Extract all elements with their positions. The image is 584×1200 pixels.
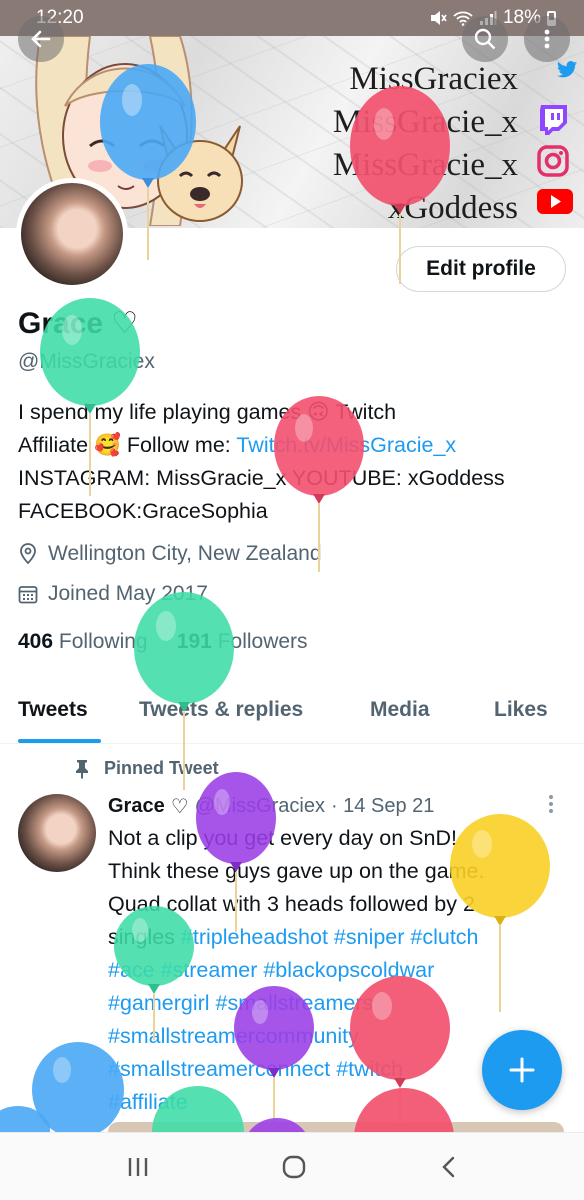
arrow-left-icon [31,30,51,48]
instagram-icon [537,145,569,177]
following-count: 406 [18,630,54,653]
profile-tabs: Tweets Tweets & replies Media Likes [0,680,584,744]
youtube-icon [537,189,573,214]
back-button[interactable] [18,16,64,62]
tweet-avatar[interactable] [18,794,96,872]
tweet-author[interactable]: Grace [108,795,165,818]
tab-media[interactable]: Media [370,698,430,722]
home-icon[interactable] [281,1154,307,1180]
banner-line-instagram: MissGracie_x [332,147,518,183]
bio-line: FACEBOOK:GraceSophia [18,499,268,523]
banner-social-text: MissGraciex MissGracie_x MissGracie_x xG… [333,58,518,228]
recent-apps-icon[interactable] [126,1156,150,1178]
tweet-handle: @MissGraciex [194,795,325,817]
followers-count: 191 [176,630,212,653]
location-pin-icon [20,543,36,565]
hashtag-line[interactable]: #gamergirl #smallstreamers [108,987,572,1020]
profile-avatar[interactable] [16,178,128,290]
banner-social-icons [536,102,574,216]
back-nav-icon[interactable] [438,1155,458,1179]
following-link[interactable]: 406 Following [18,630,148,653]
banner-line-twitter: MissGraciex [349,61,518,97]
twitch-icon [540,105,567,135]
pinned-label: Pinned Tweet [74,758,219,779]
hashtag-line[interactable]: #ace #streamer #blackopscoldwar [108,954,572,987]
search-button[interactable] [462,16,508,62]
follow-stats: 406 Following 191 Followers [18,630,308,654]
location-text: Wellington City, New Zealand [48,542,322,565]
compose-tweet-button[interactable] [482,1030,562,1110]
tweet-header: Grace ♡ @MissGraciex · 14 Sep 21 [108,794,434,819]
active-tab-indicator [18,739,101,743]
profile-joined: Joined May 2017 [18,582,208,606]
banner-line-youtube: xGoddess [387,190,518,226]
twitch-link[interactable]: Twitch.tv/MissGracie_x [236,433,456,457]
pin-icon [76,759,88,779]
bio-line: Affiliate 🥰 Follow me: Twitch.tv/MissGra… [18,433,457,457]
system-nav-bar [0,1132,584,1200]
display-name: Grace [18,306,104,340]
bio-line: INSTAGRAM: MissGracie_x YOUTUBE: xGoddes… [18,466,505,490]
tab-tweets-replies[interactable]: Tweets & replies [139,698,303,722]
tweet-date: · 14 Sep 21 [330,795,435,817]
profile-bio: I spend my life playing games 🙃 Twitch A… [18,396,574,528]
twitter-icon [556,61,578,78]
cartoon-fox-illustration [157,125,243,222]
tab-tweets[interactable]: Tweets [18,698,88,722]
calendar-icon [18,586,38,604]
followers-link[interactable]: 191 Followers [177,630,308,653]
balloon-blue [0,1106,50,1132]
more-options-button[interactable] [524,16,570,62]
search-icon [474,28,496,50]
bio-line: I spend my life playing games 🙃 Twitch [18,400,397,424]
more-vertical-icon [549,795,553,813]
tab-likes[interactable]: Likes [494,698,548,722]
tweet-more-button[interactable] [548,794,568,820]
profile-name: Grace ♡ [18,306,138,341]
edit-profile-button[interactable]: Edit profile [396,246,566,292]
more-vertical-icon [544,29,550,49]
mute-icon [430,11,447,25]
heart-glyph: ♡ [111,307,138,340]
hashtag-line[interactable]: #tripleheadshot #sniper #clutch [181,925,479,949]
joined-text: Joined May 2017 [48,582,208,605]
tweet-author-heart: ♡ [170,796,189,818]
profile-handle: @MissGraciex [18,350,155,373]
profile-location: Wellington City, New Zealand [18,542,322,566]
banner-line-twitch: MissGracie_x [332,104,518,140]
plus-icon [509,1057,535,1083]
